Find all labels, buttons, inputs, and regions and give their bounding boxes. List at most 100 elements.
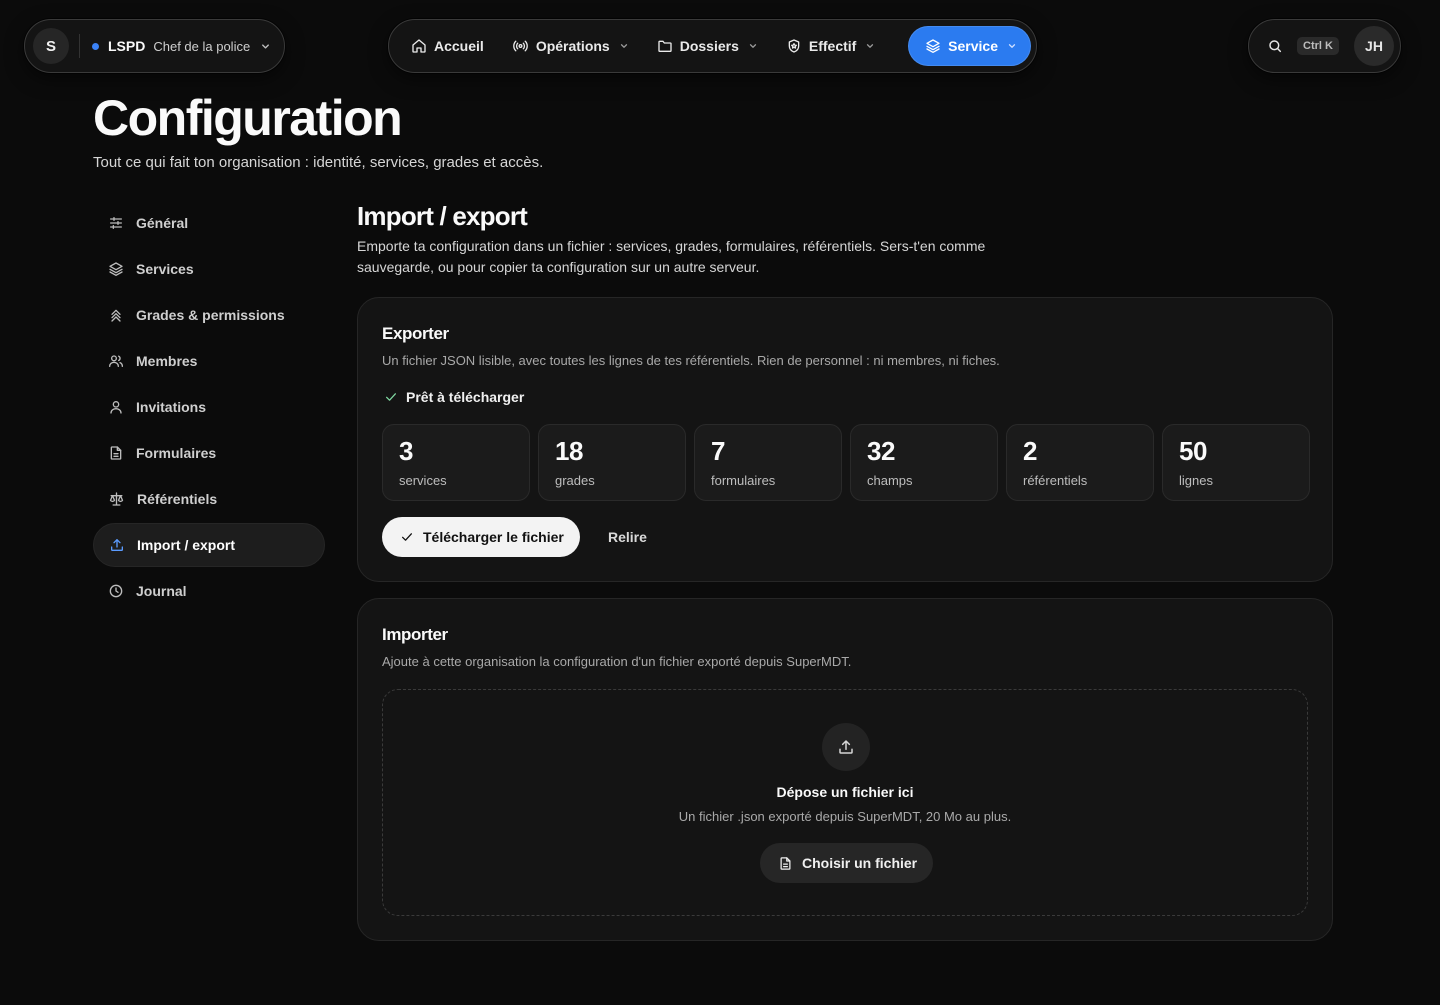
org-divider [79, 34, 80, 58]
sidebar-item-referentiels[interactable]: Référentiels [93, 477, 325, 521]
dropzone-title: Dépose un fichier ici [776, 784, 914, 800]
stat-card: 18 grades [538, 424, 686, 501]
chevron-down-icon [748, 41, 758, 51]
chevron-down-icon [865, 41, 875, 51]
chevrons-up-icon [108, 307, 124, 323]
stat-card: 2 référentiels [1006, 424, 1154, 501]
sidebar-item-journal[interactable]: Journal [93, 569, 325, 613]
home-icon [411, 38, 427, 54]
stat-label: formulaires [711, 473, 776, 488]
sidebar-item-label: Invitations [136, 399, 207, 415]
nav-item-operations[interactable]: Opérations [496, 26, 641, 66]
check-icon [400, 530, 414, 544]
upload-icon [109, 537, 125, 553]
sidebar-item-label: Membres [136, 353, 198, 369]
user-toolbar: Ctrl K JH [1248, 19, 1401, 73]
sidebar-item-grades[interactable]: Grades & permissions [93, 293, 325, 337]
sidebar-item-formulaires[interactable]: Formulaires [93, 431, 325, 475]
section-description: Emporte ta configuration dans un fichier… [357, 238, 986, 275]
sidebar-item-label: Import / export [137, 537, 236, 553]
page-title: Configuration [93, 90, 403, 146]
scale-icon [108, 491, 125, 507]
stat-value: 50 [1179, 436, 1207, 466]
stat-value: 2 [1023, 436, 1037, 466]
export-title: Exporter [382, 324, 449, 343]
section-title: Import / export [357, 201, 528, 231]
export-stats: 3 services 18 grades 7 formulaires 32 ch… [382, 424, 1310, 501]
sliders-icon [108, 215, 124, 231]
stat-value: 32 [867, 436, 895, 466]
sidebar-item-label: Services [136, 261, 194, 277]
stat-value: 18 [555, 436, 583, 466]
org-avatar: S [33, 28, 69, 64]
nav-item-label: Effectif [808, 38, 857, 54]
layers-icon [108, 261, 124, 277]
settings-sidebar: Général Services Grades & permissions Me… [93, 201, 325, 615]
import-description: Ajoute à cette organisation la configura… [382, 654, 852, 669]
badge-icon [786, 38, 802, 54]
stat-label: services [399, 473, 447, 488]
users-icon [108, 353, 124, 369]
chevron-down-icon [1007, 41, 1017, 51]
sidebar-item-label: Journal [136, 583, 187, 599]
org-role: Chef de la police [153, 38, 251, 54]
choose-file-label: Choisir un fichier [802, 855, 918, 871]
sidebar-item-invitations[interactable]: Invitations [93, 385, 325, 429]
chevron-down-icon [619, 41, 629, 51]
nav-item-dossiers[interactable]: Dossiers [641, 26, 770, 66]
nav-item-label: Service [948, 38, 998, 54]
chevron-down-icon [260, 41, 271, 52]
file-dropzone[interactable]: Dépose un fichier ici Un fichier .json e… [382, 689, 1308, 916]
stat-label: grades [555, 473, 595, 488]
sidebar-item-general[interactable]: Général [93, 201, 325, 245]
file-icon [108, 445, 124, 461]
check-icon [384, 390, 398, 404]
broadcast-icon [512, 38, 529, 54]
upload-icon [822, 723, 870, 771]
choose-file-button[interactable]: Choisir un fichier [760, 843, 934, 883]
nav-item-effectif[interactable]: Effectif [770, 26, 887, 66]
nav-item-label: Accueil [434, 38, 484, 54]
stat-card: 7 formulaires [694, 424, 842, 501]
sidebar-item-label: Référentiels [137, 491, 218, 507]
main-nav: Accueil Opérations Dossiers Effectif Ser… [388, 19, 1037, 73]
sidebar-item-label: Formulaires [136, 445, 217, 461]
stat-label: champs [867, 473, 913, 488]
layers-icon [925, 38, 941, 54]
org-name: LSPD [108, 38, 146, 54]
sidebar-item-membres[interactable]: Membres [93, 339, 325, 383]
file-icon [778, 856, 793, 871]
search-shortcut-badge: Ctrl K [1297, 37, 1339, 55]
clock-icon [108, 583, 124, 599]
user-icon [108, 399, 124, 415]
stat-card: 32 champs [850, 424, 998, 501]
nav-item-label: Opérations [535, 38, 610, 54]
folder-icon [657, 38, 673, 54]
stat-card: 3 services [382, 424, 530, 501]
export-description: Un fichier JSON lisible, avec toutes les… [382, 353, 1000, 368]
search-icon[interactable] [1267, 38, 1283, 54]
dropzone-description: Un fichier .json exporté depuis SuperMDT… [678, 809, 1012, 824]
reread-button[interactable]: Relire [608, 517, 647, 557]
nav-item-label: Dossiers [679, 38, 739, 54]
sidebar-item-services[interactable]: Services [93, 247, 325, 291]
stat-card: 50 lignes [1162, 424, 1310, 501]
stat-value: 3 [399, 436, 413, 466]
download-file-button[interactable]: Télécharger le fichier [382, 517, 580, 557]
page-subtitle: Tout ce qui fait ton organisation : iden… [93, 154, 544, 171]
import-card: Importer Ajoute à cette organisation la … [357, 598, 1333, 941]
nav-item-accueil[interactable]: Accueil [395, 26, 496, 66]
nav-item-service[interactable]: Service [908, 26, 1031, 66]
user-avatar[interactable]: JH [1354, 26, 1394, 66]
download-file-label: Télécharger le fichier [423, 529, 564, 545]
stat-value: 7 [711, 436, 725, 466]
org-switcher[interactable]: S LSPD Chef de la police [24, 19, 285, 73]
import-title: Importer [382, 625, 448, 644]
sidebar-item-label: Général [136, 215, 189, 231]
org-status-dot [92, 42, 99, 50]
stat-label: lignes [1179, 473, 1213, 488]
sidebar-item-label: Grades & permissions [136, 307, 285, 323]
export-card: Exporter Un fichier JSON lisible, avec t… [357, 297, 1333, 582]
sidebar-item-import-export[interactable]: Import / export [93, 523, 325, 567]
export-status-label: Prêt à télécharger [406, 389, 525, 405]
